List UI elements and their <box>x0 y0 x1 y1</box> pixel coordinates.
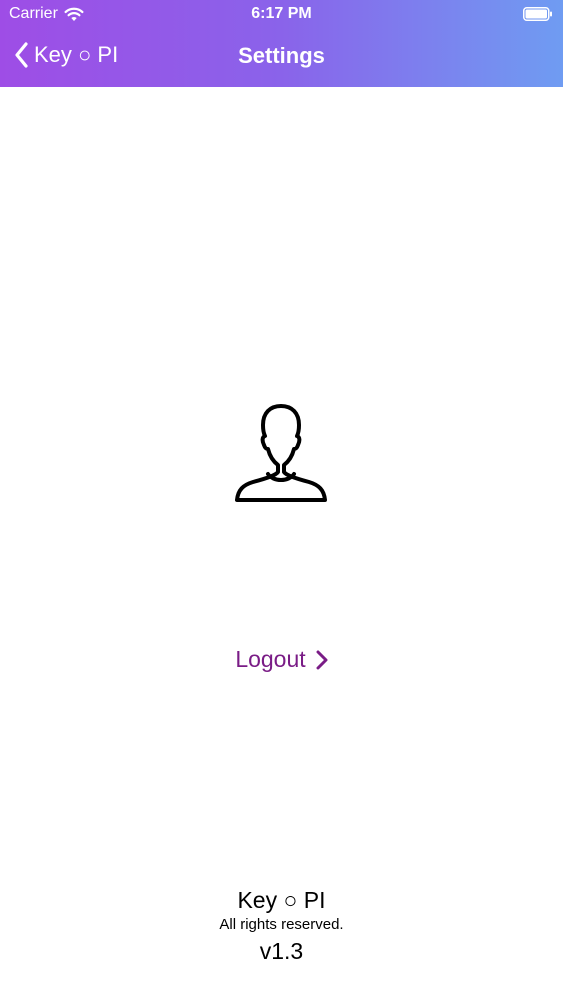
settings-screen: Carrier 6:17 PM Key ○ PI Settings Logout… <box>0 0 563 1000</box>
status-bar: Carrier 6:17 PM <box>0 0 563 30</box>
logout-label: Logout <box>235 646 306 672</box>
footer-version: v1.3 <box>259 938 304 964</box>
footer: Key ○ PI All rights reserved. v1.3 <box>0 885 563 967</box>
footer-rights-text: All rights reserved. <box>219 916 344 933</box>
page-title: Settings <box>238 43 325 68</box>
battery-icon <box>523 7 553 21</box>
chevron-right-icon <box>316 650 328 670</box>
user-avatar-icon <box>233 402 329 502</box>
navigation-bar: Key ○ PI Settings <box>0 30 563 87</box>
status-time: 6:17 PM <box>251 5 312 22</box>
logout-button[interactable]: Logout <box>0 646 563 673</box>
footer-app-name: Key ○ PI <box>237 887 326 913</box>
header-bar: Carrier 6:17 PM Key ○ PI Settings <box>0 0 563 87</box>
